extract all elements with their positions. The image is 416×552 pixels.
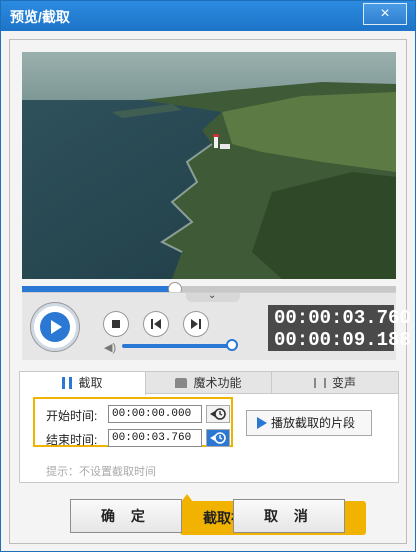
ok-button[interactable]: 确 定	[70, 499, 182, 533]
stop-button[interactable]	[103, 311, 129, 337]
tab-cut[interactable]: 截取	[20, 372, 146, 395]
video-preview[interactable]	[22, 52, 396, 279]
play-icon	[40, 312, 70, 342]
previous-frame-button[interactable]	[143, 311, 169, 337]
previous-frame-icon	[151, 319, 161, 329]
play-segment-label: 播放截取的片段	[271, 416, 356, 430]
volume-slider[interactable]	[122, 344, 230, 348]
next-frame-button[interactable]	[183, 311, 209, 337]
tab-cut-label: 截取	[78, 376, 103, 390]
dialog-content: ◀) 00:00:03.760 00:00:09.188 ⌄ 截取 魔术功能 变…	[9, 39, 411, 544]
end-time-label: 结束时间:	[46, 433, 98, 447]
voice-wave-icon	[313, 378, 326, 388]
play-button[interactable]	[31, 303, 79, 351]
window-title: 预览/截取	[10, 9, 70, 25]
stop-icon	[112, 320, 120, 328]
volume-handle[interactable]	[226, 339, 238, 351]
tab-voice-label: 变声	[331, 376, 356, 390]
play-icon	[257, 417, 267, 429]
total-time: 00:00:09.188	[274, 329, 411, 351]
volume-icon[interactable]: ◀)	[104, 341, 116, 354]
preview-trim-dialog: 预览/截取 × ◀) 00:00:03.760 00:00:09.188 ⌄ 截…	[0, 0, 416, 552]
set-start-button[interactable]	[206, 405, 230, 423]
cut-icon	[62, 377, 73, 389]
cancel-button[interactable]: 取 消	[233, 499, 345, 533]
chevron-down-icon: ⌄	[208, 290, 217, 301]
clock-set-icon	[210, 408, 226, 420]
end-time-field[interactable]: 00:00:03.760	[108, 429, 202, 447]
tab-bar: 截取 魔术功能 变声	[20, 372, 398, 395]
tab-magic-label: 魔术功能	[193, 376, 242, 390]
start-time-field[interactable]: 00:00:00.000	[108, 405, 202, 423]
collapse-toggle[interactable]: ⌄	[186, 290, 240, 302]
play-segment-button[interactable]: 播放截取的片段	[246, 410, 372, 436]
hint-text: 提示：不设置截取时间	[46, 466, 156, 478]
time-display: 00:00:03.760 00:00:09.188	[268, 305, 411, 351]
start-time-label: 开始时间:	[46, 409, 98, 423]
magic-hat-icon	[175, 378, 188, 388]
playback-controls: ◀) 00:00:03.760 00:00:09.188	[22, 292, 411, 360]
clock-set-icon	[210, 432, 226, 444]
close-button[interactable]: ×	[363, 3, 407, 25]
next-frame-icon	[191, 319, 201, 329]
set-end-button[interactable]	[206, 429, 230, 447]
video-frame-image	[22, 52, 396, 279]
current-time: 00:00:03.760	[274, 307, 411, 329]
tab-voice[interactable]: 变声	[272, 372, 398, 394]
title-bar[interactable]: 预览/截取 ×	[1, 1, 415, 31]
tab-magic[interactable]: 魔术功能	[146, 372, 272, 394]
